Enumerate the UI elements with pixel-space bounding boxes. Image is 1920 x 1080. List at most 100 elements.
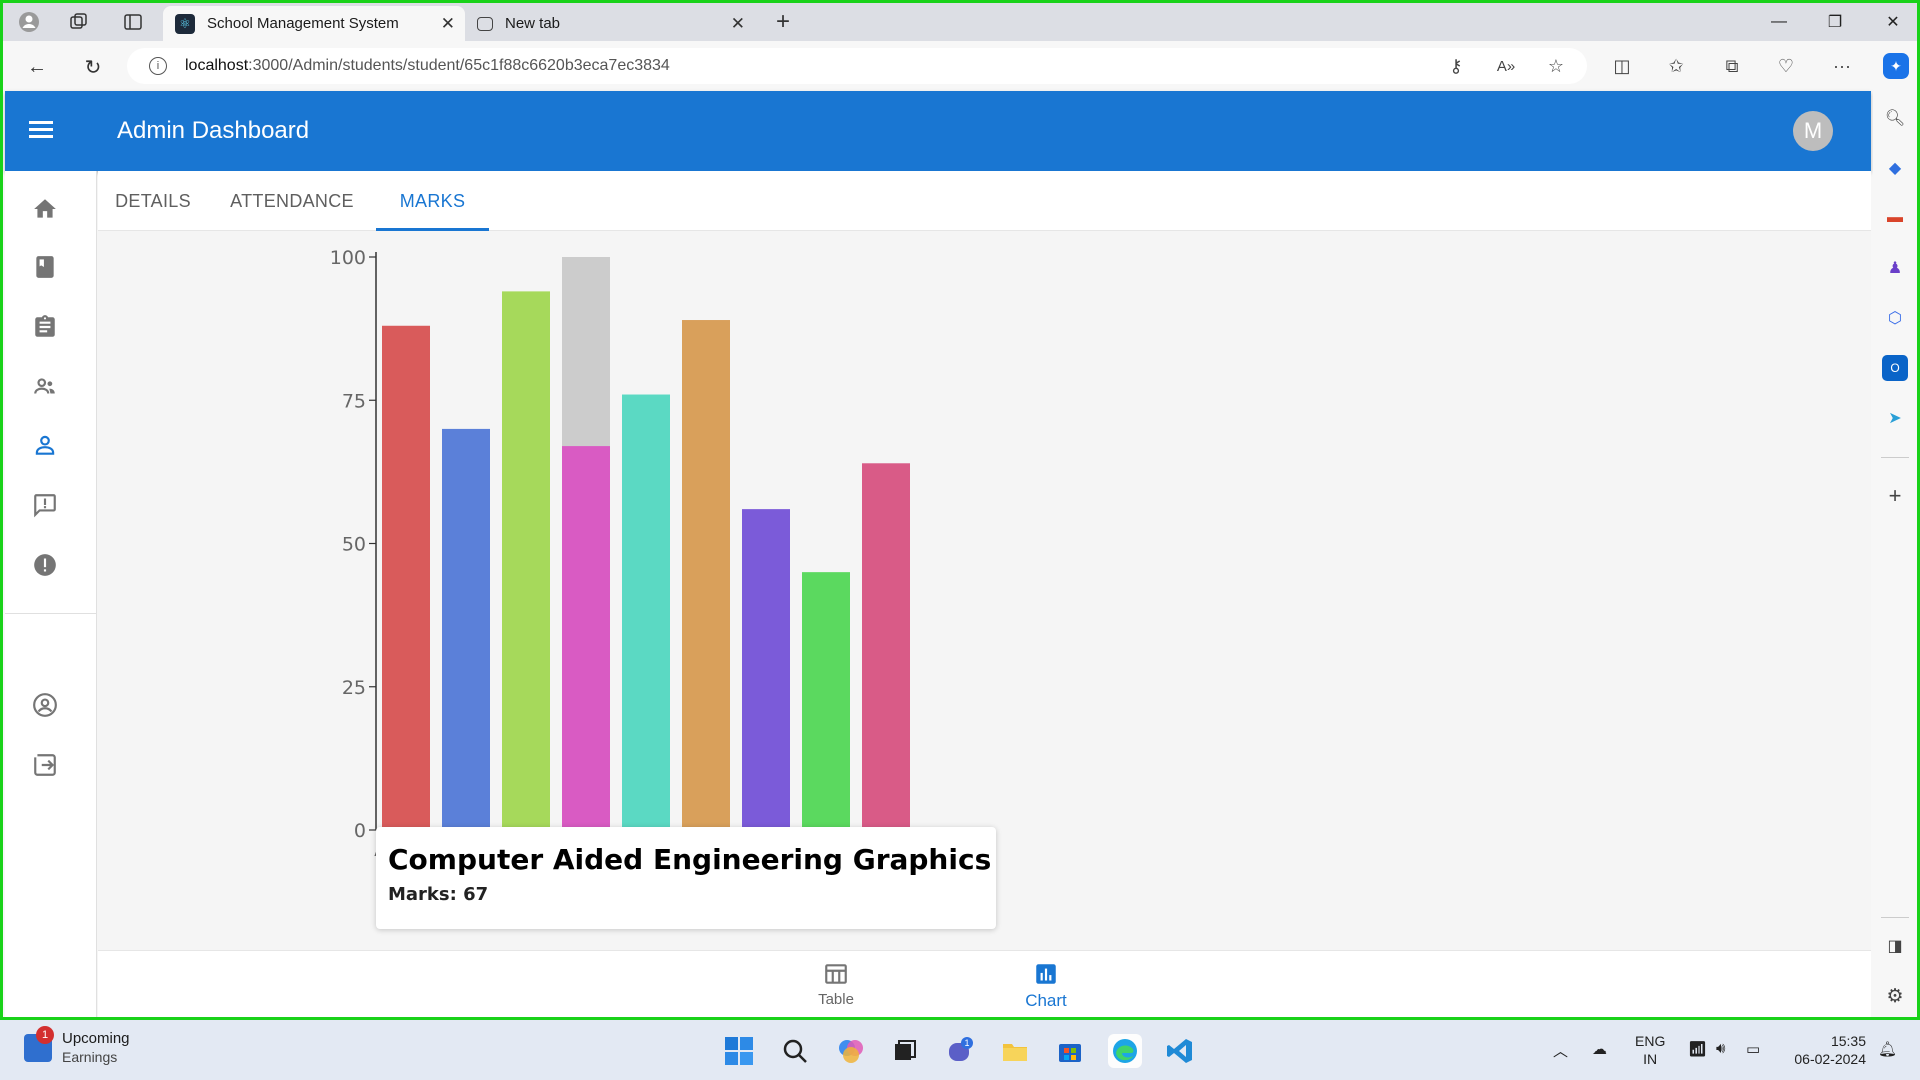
more-options-icon[interactable]: ··· [1829, 53, 1855, 79]
bar-8[interactable] [862, 463, 910, 830]
profile-icon[interactable] [17, 10, 41, 34]
browser-tab-active[interactable]: ⚛ School Management System ✕ [163, 6, 465, 41]
wifi-icon[interactable]: 📶︎ [1688, 1040, 1707, 1058]
collections-icon[interactable]: ⧉ [1719, 53, 1745, 79]
tab-indicator [376, 228, 489, 231]
close-window-button[interactable]: ✕ [1873, 7, 1913, 37]
logout-icon[interactable] [29, 749, 61, 781]
table-nav-button[interactable]: Table [786, 961, 886, 1017]
marks-content: 0255075100 Applied PhysicsBasic Electric… [98, 232, 1871, 950]
add-icon[interactable]: + [1882, 483, 1908, 509]
search-icon[interactable]: 🔍︎ [1882, 105, 1908, 131]
y-tick-label: 50 [342, 534, 366, 556]
outlook-icon[interactable]: O [1882, 355, 1908, 381]
person-icon[interactable] [29, 429, 61, 461]
assignment-icon[interactable] [29, 311, 61, 343]
browser-tab-newtab[interactable]: New tab ✕ [465, 6, 755, 41]
clock-time: 15:35 [1830, 1033, 1866, 1049]
widgets-button[interactable]: 1 Upcoming Earnings [24, 1025, 130, 1065]
system-clock[interactable]: 15:35 06-02-2024 [1780, 1032, 1866, 1068]
report-icon[interactable] [29, 549, 61, 581]
copilot-icon[interactable]: ✦ [1883, 53, 1909, 79]
lang-code: ENG [1635, 1033, 1666, 1049]
vscode-icon[interactable] [1163, 1034, 1197, 1068]
read-aloud-icon[interactable]: A» [1493, 53, 1519, 79]
tab-attendance[interactable]: ATTENDANCE [208, 171, 376, 231]
tab-details[interactable]: DETAILS [98, 171, 208, 231]
tooltip-title: Computer Aided Engineering Graphics [388, 843, 992, 876]
announcement-icon[interactable] [29, 489, 61, 521]
minimize-button[interactable]: — [1759, 7, 1799, 37]
hide-sidebar-icon[interactable]: ◨ [1882, 933, 1908, 959]
page-title: Admin Dashboard [117, 117, 310, 144]
tab-actions-icon[interactable] [121, 10, 145, 34]
app-root: Admin Dashboard M DETAILS ATTENDANCE MAR… [5, 91, 1871, 1017]
edge-browser-icon[interactable] [1108, 1034, 1142, 1068]
password-key-icon[interactable]: ⚷ [1443, 53, 1469, 79]
avatar[interactable]: M [1793, 111, 1833, 151]
url-path: :3000/Admin/students/student/65c1f88c662… [248, 57, 670, 74]
bar-6[interactable] [742, 509, 790, 830]
microsoft-365-icon[interactable]: ⬡ [1882, 305, 1908, 331]
side-drawer [5, 171, 97, 1017]
split-screen-icon[interactable]: ◫ [1609, 53, 1635, 79]
windows-start-icon[interactable] [722, 1034, 756, 1068]
account-circle-icon[interactable] [29, 689, 61, 721]
bar-7[interactable] [802, 572, 850, 830]
site-info-icon[interactable]: i [149, 57, 167, 75]
bar-5[interactable] [682, 320, 730, 830]
react-icon: ⚛ [175, 13, 195, 34]
browser-window: ⚛ School Management System ✕ New tab ✕ +… [0, 0, 1920, 1020]
input-language[interactable]: ENG IN [1635, 1032, 1665, 1068]
battery-icon[interactable]: ▭ [1746, 1040, 1760, 1058]
bar-4[interactable] [622, 394, 670, 830]
file-explorer-icon[interactable] [998, 1034, 1032, 1068]
games-icon[interactable]: ♟ [1882, 255, 1908, 281]
chart-nav-button[interactable]: Chart [996, 961, 1096, 1017]
bar-2[interactable] [502, 291, 550, 830]
tools-icon[interactable]: ▬ [1882, 205, 1908, 231]
bars [382, 257, 910, 830]
address-bar[interactable]: i localhost:3000/Admin/students/student/… [127, 48, 1587, 84]
student-tabs: DETAILS ATTENDANCE MARKS [98, 171, 1871, 231]
close-tab-icon[interactable]: ✕ [441, 14, 455, 34]
search-icon[interactable] [778, 1034, 812, 1068]
shopping-tag-icon[interactable]: ◆ [1882, 155, 1908, 181]
new-tab-button[interactable]: + [771, 8, 795, 35]
drawer-divider [5, 613, 97, 614]
notifications-bell-icon[interactable]: 🔔︎ [1878, 1040, 1897, 1058]
y-tick-label: 25 [342, 677, 366, 699]
browser-essentials-icon[interactable]: ♡ [1773, 53, 1799, 79]
url-host: localhost [185, 57, 249, 74]
microsoft-store-icon[interactable] [1053, 1034, 1087, 1068]
workspaces-icon[interactable] [67, 10, 91, 34]
task-view-icon[interactable] [888, 1034, 922, 1068]
class-icon[interactable] [29, 251, 61, 283]
onedrive-icon[interactable]: ☁ [1592, 1040, 1607, 1058]
bar-3[interactable] [562, 446, 610, 830]
favorite-star-icon[interactable]: ☆ [1543, 53, 1569, 79]
restore-button[interactable]: ❐ [1815, 7, 1855, 37]
menu-icon[interactable] [29, 117, 57, 145]
volume-icon[interactable]: 🔊︎ [1716, 1040, 1725, 1057]
bar-1[interactable] [442, 428, 490, 830]
settings-gear-icon[interactable]: ⚙ [1882, 983, 1908, 1009]
show-hidden-icons-icon[interactable]: ︿ [1553, 1040, 1568, 1061]
lang-region: IN [1643, 1051, 1658, 1067]
address-toolbar: ← ↻ i localhost:3000/Admin/students/stud… [3, 41, 1917, 91]
favorites-icon[interactable]: ✩ [1663, 53, 1689, 79]
close-tab-icon[interactable]: ✕ [731, 14, 745, 34]
home-icon[interactable] [29, 193, 61, 225]
supervisor-icon[interactable] [29, 371, 61, 403]
send-icon[interactable]: ➤ [1882, 405, 1908, 431]
copilot-icon[interactable] [834, 1034, 868, 1068]
windows-taskbar: 1 Upcoming Earnings 1 ︿ ☁ ENG IN 📶︎ 🔊︎ ▭ [0, 1020, 1920, 1080]
teams-icon[interactable]: 1 [943, 1034, 977, 1068]
earnings-icon: 1 [24, 1025, 54, 1062]
refresh-button[interactable]: ↻ [79, 53, 107, 81]
bar-0[interactable] [382, 325, 430, 830]
tab-title: New tab [505, 15, 561, 32]
tab-marks[interactable]: MARKS [376, 171, 489, 231]
tooltip-value: Marks: 67 [388, 884, 489, 905]
back-button[interactable]: ← [23, 53, 51, 81]
